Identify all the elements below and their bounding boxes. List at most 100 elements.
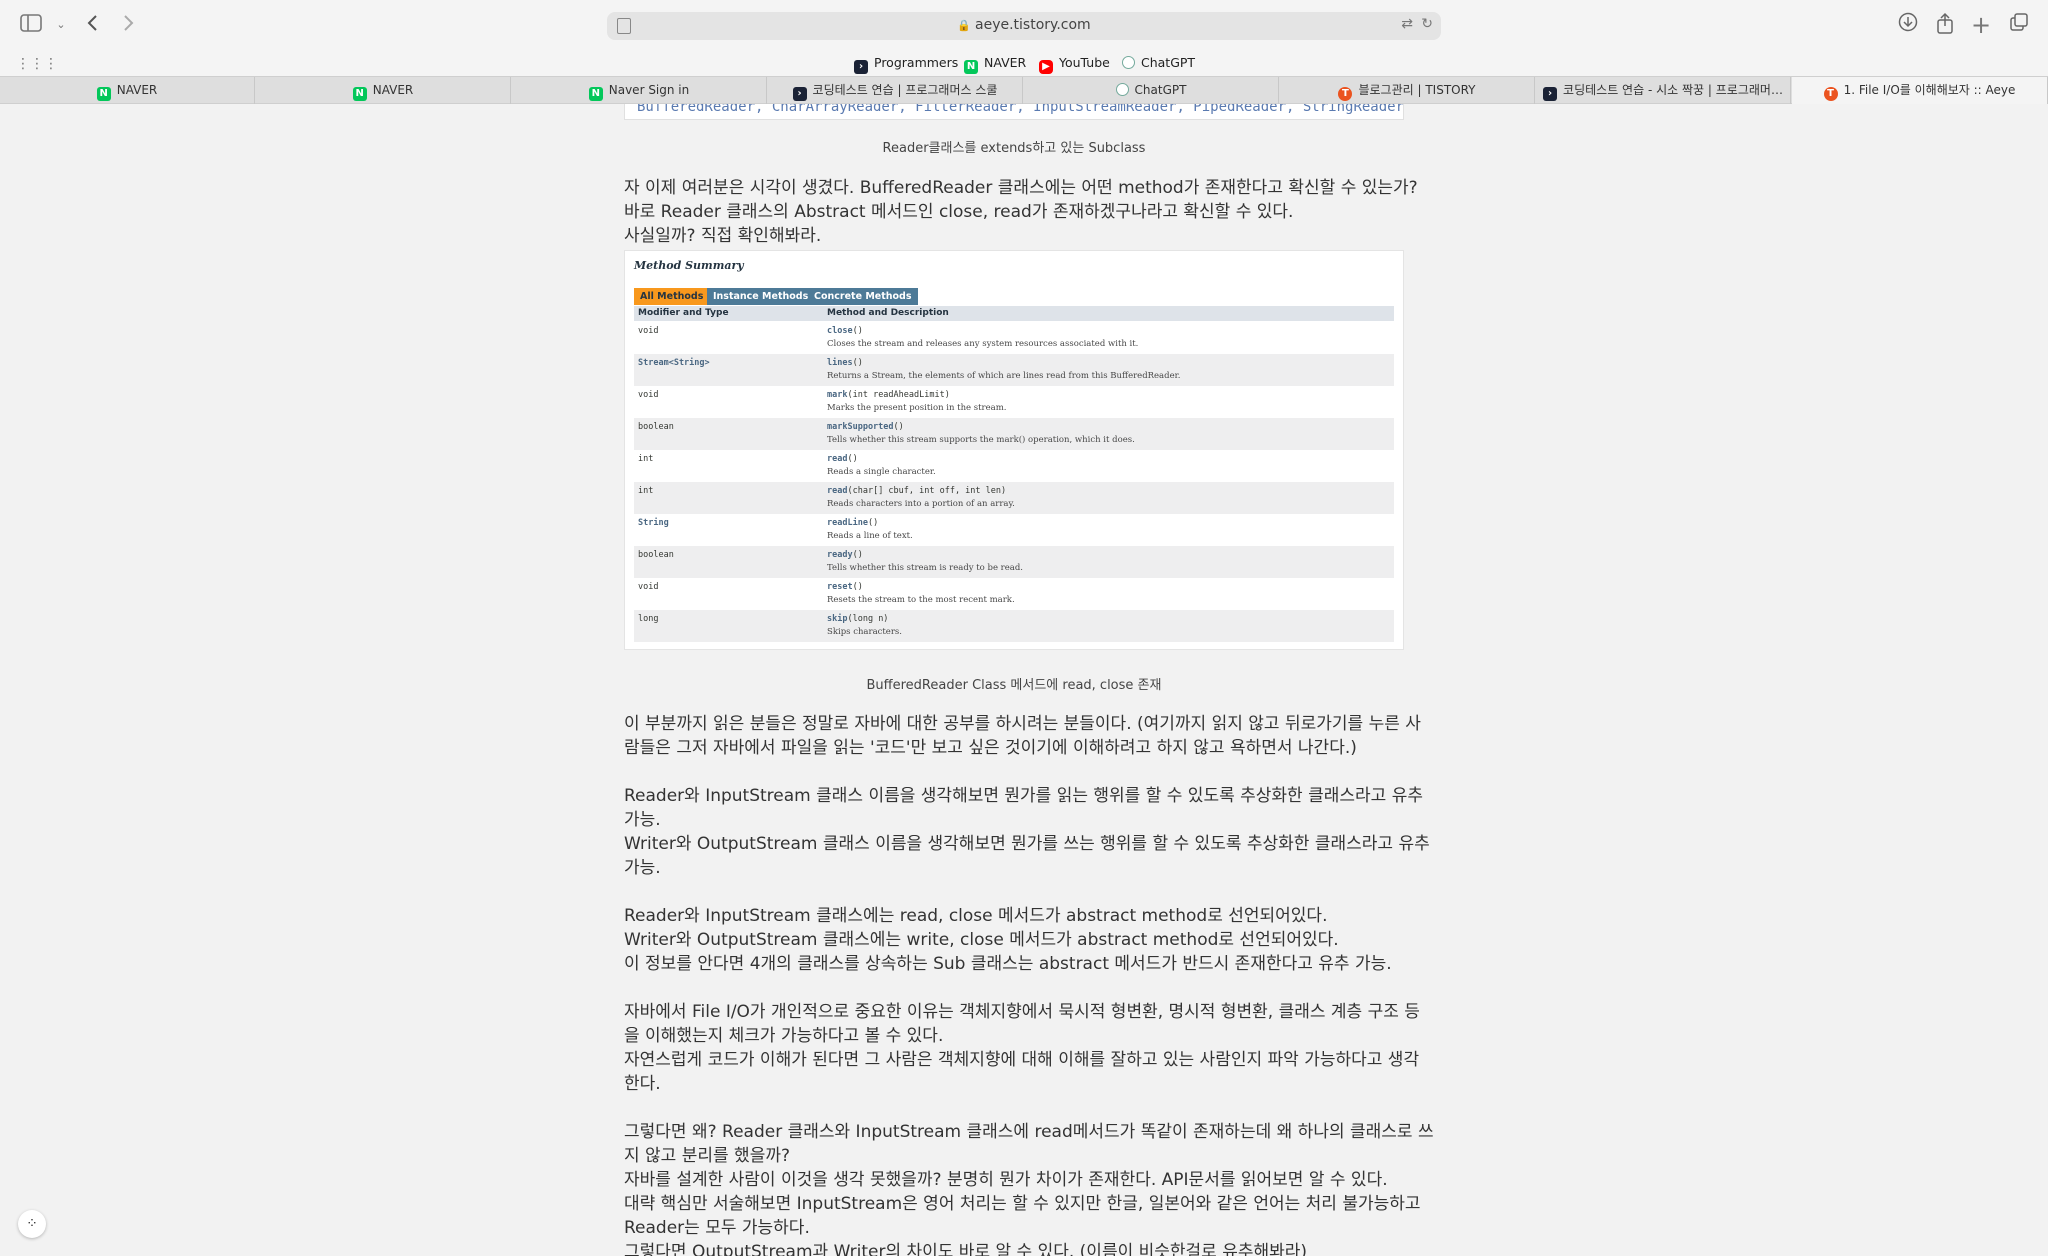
instance-methods-tab: Instance Methods xyxy=(707,288,815,305)
text-line: 자바에서 File I/O가 개인적으로 중요한 이유는 객체지향에서 묵시적 … xyxy=(624,1002,1420,1022)
bookmark-youtube[interactable]: ▶ YouTube xyxy=(1039,53,1110,74)
method-desc: Returns a Stream, the elements of which … xyxy=(827,371,1181,381)
new-tab-plus-icon[interactable]: + xyxy=(1968,12,1994,38)
bookmark-label: ChatGPT xyxy=(1141,55,1196,70)
code-block: BufferedReader, CharArrayReader, FilterR… xyxy=(624,104,1404,120)
bookmark-chatgpt[interactable]: ChatGPT xyxy=(1122,53,1195,73)
naver-favicon-icon: N xyxy=(588,87,603,101)
text-line: 을 이해했는지 체크가 가능하다고 볼 수 있다. xyxy=(624,1026,944,1046)
method-signature: mark(int readAheadLimit) xyxy=(827,390,950,400)
text-line: 지 않고 분리를 했을까? xyxy=(624,1146,790,1166)
method-params: () xyxy=(867,518,879,528)
method-row: long skip(long n) Skips characters. xyxy=(634,610,1394,642)
address-bar[interactable]: 🔒 aeye.tistory.com ⇄ ↻ xyxy=(607,12,1441,40)
method-params: () xyxy=(893,422,904,432)
reload-icon[interactable]: ↻ xyxy=(1421,16,1433,32)
forward-arrow-icon[interactable] xyxy=(115,12,141,38)
chevron-down-icon[interactable]: ⌄ xyxy=(48,12,74,38)
method-type: void xyxy=(638,582,659,592)
article-paragraph: 자바에서 File I/O가 개인적으로 중요한 이유는 객체지향에서 묵시적 … xyxy=(624,1000,1420,1096)
method-desc: Closes the stream and releases any syste… xyxy=(827,339,1139,349)
method-type: int xyxy=(638,454,654,464)
method-desc: Reads a line of text. xyxy=(827,531,913,541)
text-line: 가능. xyxy=(624,858,661,878)
back-arrow-icon[interactable] xyxy=(80,12,106,38)
tab-label: Naver Sign in xyxy=(608,83,690,97)
sidebar-toggle-icon[interactable] xyxy=(18,12,44,38)
text-line: 자바를 설계한 사람이 이것을 생각 못했을까? 분명히 뭔가 차이가 존재한다… xyxy=(624,1170,1388,1190)
tab-label: 코딩테스트 연습 - 시소 짝꿍 | 프로그래머… xyxy=(1563,83,1783,97)
method-table-header: Modifier and Type Method and Description xyxy=(634,306,1394,321)
bookmark-label: NAVER xyxy=(984,55,1027,70)
method-signature: skip(long n) xyxy=(827,614,888,624)
naver-favicon-icon: N xyxy=(96,87,111,101)
method-type: boolean xyxy=(638,550,674,560)
text-line: 그렇다면 OutputStream과 Writer의 차이도 바로 알 수 있다… xyxy=(624,1242,1308,1256)
tab-naver-1[interactable]: N NAVER xyxy=(0,77,255,104)
method-signature: read() xyxy=(827,454,858,464)
method-name: read xyxy=(827,486,848,496)
method-params: (int readAheadLimit) xyxy=(847,390,950,400)
tab-naver-sign-in[interactable]: N Naver Sign in xyxy=(512,77,767,104)
method-name: mark xyxy=(827,390,848,400)
bookmark-label: YouTube xyxy=(1059,55,1110,70)
concrete-methods-tab: Concrete Methods xyxy=(808,288,918,305)
method-type: boolean xyxy=(638,422,674,432)
tab-label: NAVER xyxy=(116,83,158,97)
method-params: (long n) xyxy=(847,614,889,624)
article-paragraph: Reader와 InputStream 클래스 이름을 생각해보면 뭔가를 읽는… xyxy=(624,784,1430,880)
bookmark-programmers[interactable]: › Programmers xyxy=(854,53,958,74)
method-row: String readLine() Reads a line of text. xyxy=(634,514,1394,546)
translate-icon[interactable]: ⇄ xyxy=(1401,16,1413,32)
tab-label: 코딩테스트 연습 | 프로그래머스 스쿨 xyxy=(812,83,998,97)
method-params: () xyxy=(852,550,863,560)
tab-programmers-seesaw[interactable]: › 코딩테스트 연습 - 시소 짝꿍 | 프로그래머… xyxy=(1536,77,1791,104)
method-signature: read(char[] cbuf, int off, int len) xyxy=(827,486,1006,496)
method-row: boolean markSupported() Tells whether th… xyxy=(634,418,1394,450)
method-params: () xyxy=(852,582,863,592)
method-signature: reset() xyxy=(827,582,863,592)
image-caption: Reader클래스를 extends하고 있는 Subclass xyxy=(882,141,1146,156)
text-line: 사실일까? 직접 확인해봐라. xyxy=(624,226,822,246)
method-name: read xyxy=(827,454,848,464)
method-summary-title: Method Summary xyxy=(634,259,744,272)
url-text: aeye.tistory.com xyxy=(975,17,1091,33)
lock-icon: 🔒 xyxy=(957,19,972,32)
tistory-favicon-icon: T xyxy=(1823,87,1838,101)
tab-chatgpt[interactable]: ChatGPT xyxy=(1024,77,1279,104)
text-line: 자연스럽게 코드가 이해가 된다면 그 사람은 객체지향에 대해 이해를 잘하고… xyxy=(624,1050,1420,1070)
method-desc: Resets the stream to the most recent mar… xyxy=(827,595,1015,605)
tab-bar: N NAVER N NAVER N Naver Sign in › 코딩테스트 연습 |… xyxy=(0,76,2048,104)
method-signature: close() xyxy=(827,326,863,336)
tab-file-io-active[interactable]: T 1. File I/O를 이해해보자 :: Aeye xyxy=(1792,77,2048,104)
article-paragraph: 자 이제 여러분은 시각이 생겼다. BufferedReader 클래스에는 … xyxy=(624,176,1418,248)
text-line: 한다. xyxy=(624,1074,661,1094)
tab-programmers-school[interactable]: › 코딩테스트 연습 | 프로그래머스 스쿨 xyxy=(768,77,1023,104)
method-name: markSupported xyxy=(827,422,894,432)
method-row: void close() Closes the stream and relea… xyxy=(634,322,1394,354)
method-params: () xyxy=(852,326,863,336)
bookmark-naver[interactable]: N NAVER xyxy=(964,53,1027,74)
tab-label: 1. File I/O를 이해해보자 :: Aeye xyxy=(1843,83,2016,97)
tab-naver-2[interactable]: N NAVER xyxy=(256,77,511,104)
download-icon[interactable] xyxy=(1895,12,1921,38)
text-line: 람들은 그저 자바에서 파일을 읽는 '코드'만 보고 싶은 것이기에 이해하려… xyxy=(624,738,1357,758)
method-type: int xyxy=(638,486,654,496)
chatgpt-favicon-icon xyxy=(1115,83,1129,96)
text-line: Reader와 InputStream 클래스에는 read, close 메서… xyxy=(624,906,1328,926)
page-content: BufferedReader, CharArrayReader, FilterR… xyxy=(0,104,2048,1256)
method-signature: ready() xyxy=(827,550,863,560)
method-params: () xyxy=(847,454,858,464)
floating-menu-icon[interactable]: ⁘ xyxy=(18,1210,46,1238)
article-paragraph: Reader와 InputStream 클래스에는 read, close 메서… xyxy=(624,904,1414,976)
naver-favicon-icon: N xyxy=(964,60,978,74)
apps-grid-icon[interactable]: ⋮⋮⋮ xyxy=(16,56,58,72)
method-name: ready xyxy=(827,550,853,560)
method-summary-image: Method Summary All Methods Instance Meth… xyxy=(624,250,1404,650)
method-name: lines xyxy=(827,358,853,368)
tab-tistory-admin[interactable]: T 블로그관리 | TISTORY xyxy=(1280,77,1535,104)
youtube-favicon-icon: ▶ xyxy=(1039,60,1053,74)
share-icon[interactable] xyxy=(1932,12,1958,38)
tab-overview-icon[interactable] xyxy=(2006,12,2032,38)
method-desc: Tells whether this stream is ready to be… xyxy=(827,563,1023,573)
